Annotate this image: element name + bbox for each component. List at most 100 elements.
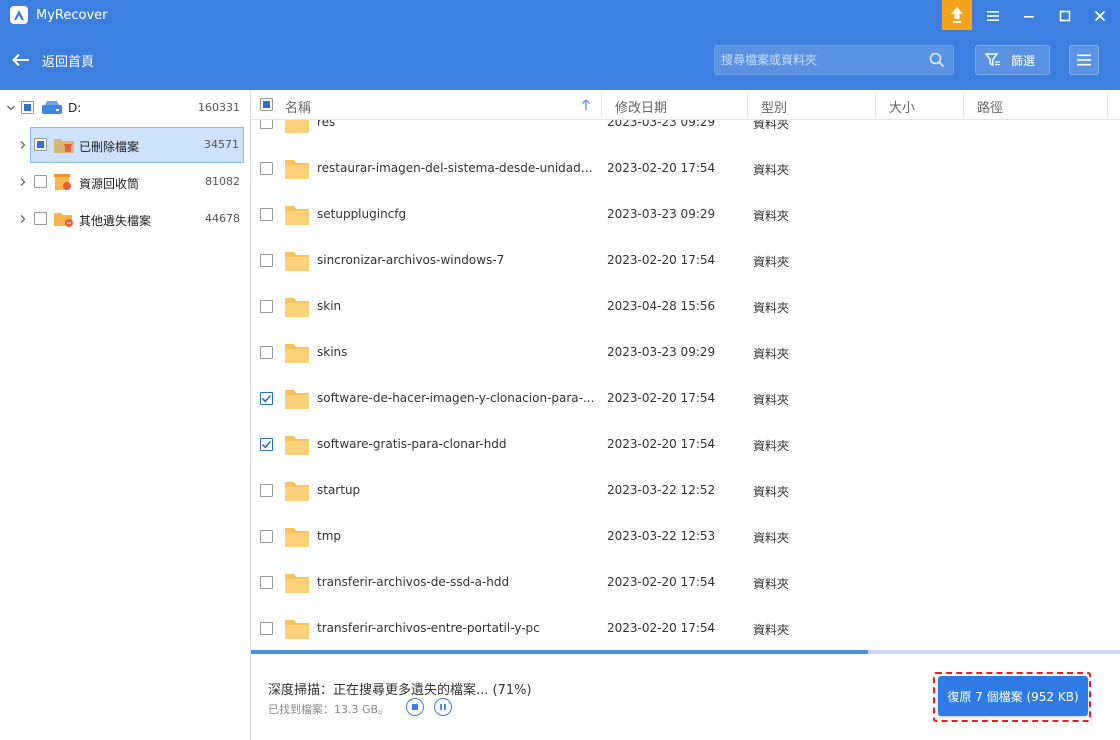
status-footer: 深度掃描：正在搜尋更多遺失的檔案... (71%) 已找到檔案：13.3 GB。… — [251, 654, 1120, 740]
file-type: 資料夾 — [753, 623, 790, 637]
folder-icon — [284, 526, 310, 551]
pause-scan-button[interactable] — [434, 698, 452, 716]
file-row[interactable]: startup 2023-03-22 12:52 資料夾 — [251, 468, 1120, 514]
tree-checkbox-deleted-files[interactable] — [34, 138, 47, 151]
file-name: startup — [317, 483, 361, 497]
file-row[interactable]: res 2023-03-23 09:29 資料夾 — [251, 120, 1120, 146]
column-divider[interactable] — [875, 94, 876, 116]
folder-icon — [284, 204, 310, 229]
modified-date: 2023-03-23 09:29 — [607, 120, 716, 129]
view-menu-button[interactable] — [1069, 45, 1099, 75]
row-checkbox[interactable] — [260, 254, 273, 267]
row-checkbox[interactable] — [260, 208, 273, 221]
file-row[interactable]: skins 2023-03-23 09:29 資料夾 — [251, 330, 1120, 376]
tree-item-other-lost-files[interactable]: 其他遺失檔案 44678 — [0, 201, 250, 237]
row-checkbox[interactable] — [260, 300, 273, 313]
folder-icon — [284, 388, 310, 413]
file-name: transferir-archivos-de-ssd-a-hdd — [317, 575, 510, 589]
tree-label-recycle-bin: 資源回收筒 — [79, 177, 140, 191]
column-divider[interactable] — [747, 94, 748, 116]
file-row[interactable]: setupplugincfg 2023-03-23 09:29 資料夾 — [251, 192, 1120, 238]
maximize-icon — [1059, 10, 1071, 22]
chevron-right-icon[interactable] — [18, 214, 28, 224]
file-row[interactable]: software-gratis-para-clonar-hdd 2023-02-2… — [251, 422, 1120, 468]
row-checkbox[interactable] — [260, 120, 273, 129]
modified-date: 2023-03-23 09:29 — [607, 345, 716, 359]
tree-label-drive-d: D: — [68, 101, 82, 115]
tree-item-deleted-files[interactable]: 已刪除檔案 34571 — [30, 127, 244, 163]
found-size-text: 已找到檔案：13.3 GB。 — [268, 703, 390, 716]
file-name: skin — [317, 299, 342, 313]
pause-icon — [440, 704, 446, 710]
close-icon — [1094, 10, 1106, 22]
column-header-modified[interactable]: 修改日期 — [615, 97, 667, 116]
column-header-name[interactable]: 名稱 — [285, 97, 311, 116]
file-row[interactable]: sincronizar-archivos-windows-7 2023-02-20… — [251, 238, 1120, 284]
tree-count-deleted-files: 34571 — [204, 138, 239, 151]
select-all-checkbox[interactable] — [260, 98, 273, 111]
file-name: skins — [317, 345, 348, 359]
file-row[interactable]: software-de-hacer-imagen-y-clonacion-par… — [251, 376, 1120, 422]
column-header-path[interactable]: 路徑 — [977, 97, 1003, 116]
file-row[interactable]: restaurar-imagen-del-sistema-desde-unida… — [251, 146, 1120, 192]
file-name: software-gratis-para-clonar-hdd — [317, 437, 507, 451]
tree-checkbox-drive-d[interactable] — [21, 101, 34, 114]
file-type: 資料夾 — [753, 347, 790, 361]
file-row[interactable]: transferir-archivos-entre-portatil-y-pc 2… — [251, 606, 1120, 650]
row-checkbox[interactable] — [260, 162, 273, 175]
upgrade-button[interactable] — [942, 0, 972, 30]
search-icon[interactable] — [929, 52, 945, 68]
back-home-button[interactable]: 返回首頁 — [12, 50, 94, 70]
row-checkbox[interactable] — [260, 530, 273, 543]
stop-scan-button[interactable] — [406, 698, 424, 716]
chevron-down-icon[interactable] — [6, 103, 16, 113]
file-list-header: 名稱 修改日期 型別 大小 路徑 — [251, 90, 1120, 120]
folder-icon — [284, 434, 310, 459]
column-divider[interactable] — [601, 94, 602, 116]
tree-label-deleted-files: 已刪除檔案 — [79, 140, 140, 154]
minimize-button[interactable] — [1016, 4, 1042, 28]
column-header-size[interactable]: 大小 — [889, 97, 915, 116]
folder-icon — [284, 480, 310, 505]
file-row[interactable]: skin 2023-04-28 15:56 資料夾 — [251, 284, 1120, 330]
sort-ascending-icon[interactable] — [581, 99, 591, 111]
folder-icon — [284, 342, 310, 367]
app-menu-button[interactable] — [980, 4, 1006, 28]
app-title: MyRecover — [36, 8, 108, 23]
hamburger-icon — [987, 11, 999, 21]
row-checkbox[interactable] — [260, 484, 273, 497]
chevron-right-icon[interactable] — [18, 140, 28, 150]
chevron-right-icon[interactable] — [18, 177, 28, 187]
list-menu-icon — [1077, 54, 1091, 66]
close-button[interactable] — [1087, 4, 1113, 28]
row-checkbox[interactable] — [260, 392, 273, 405]
row-checkbox[interactable] — [260, 346, 273, 359]
file-row[interactable]: tmp 2023-03-22 12:53 資料夾 — [251, 514, 1120, 560]
row-checkbox[interactable] — [260, 438, 273, 451]
minimize-icon — [1024, 16, 1034, 18]
file-name: restaurar-imagen-del-sistema-desde-unida… — [317, 161, 595, 175]
column-header-type[interactable]: 型別 — [761, 97, 787, 116]
checkmark-icon — [261, 394, 272, 403]
checkmark-icon — [261, 440, 272, 449]
maximize-button[interactable] — [1052, 4, 1078, 28]
row-checkbox[interactable] — [260, 622, 273, 635]
filter-button[interactable]: 篩選 — [975, 45, 1050, 75]
folder-icon — [284, 572, 310, 597]
file-type: 資料夾 — [753, 301, 790, 315]
row-checkbox[interactable] — [260, 576, 273, 589]
file-row[interactable]: transferir-archivos-de-ssd-a-hdd 2023-02-… — [251, 560, 1120, 606]
folder-icon — [284, 120, 310, 137]
column-divider[interactable] — [1107, 94, 1108, 116]
column-divider[interactable] — [963, 94, 964, 116]
tree-item-recycle-bin[interactable]: 資源回收筒 81082 — [0, 164, 250, 200]
tree-checkbox-other-lost-files[interactable] — [34, 212, 47, 225]
folder-icon — [284, 158, 310, 183]
search-box — [714, 45, 954, 75]
tree-checkbox-recycle-bin[interactable] — [34, 175, 47, 188]
file-name: res — [317, 120, 336, 129]
tree-item-drive-d[interactable]: D: 160331 — [0, 90, 250, 126]
file-type: 資料夾 — [753, 209, 790, 223]
search-input[interactable] — [721, 51, 921, 69]
recover-files-button[interactable]: 復原 7 個檔案 (952 KB) — [938, 676, 1088, 716]
